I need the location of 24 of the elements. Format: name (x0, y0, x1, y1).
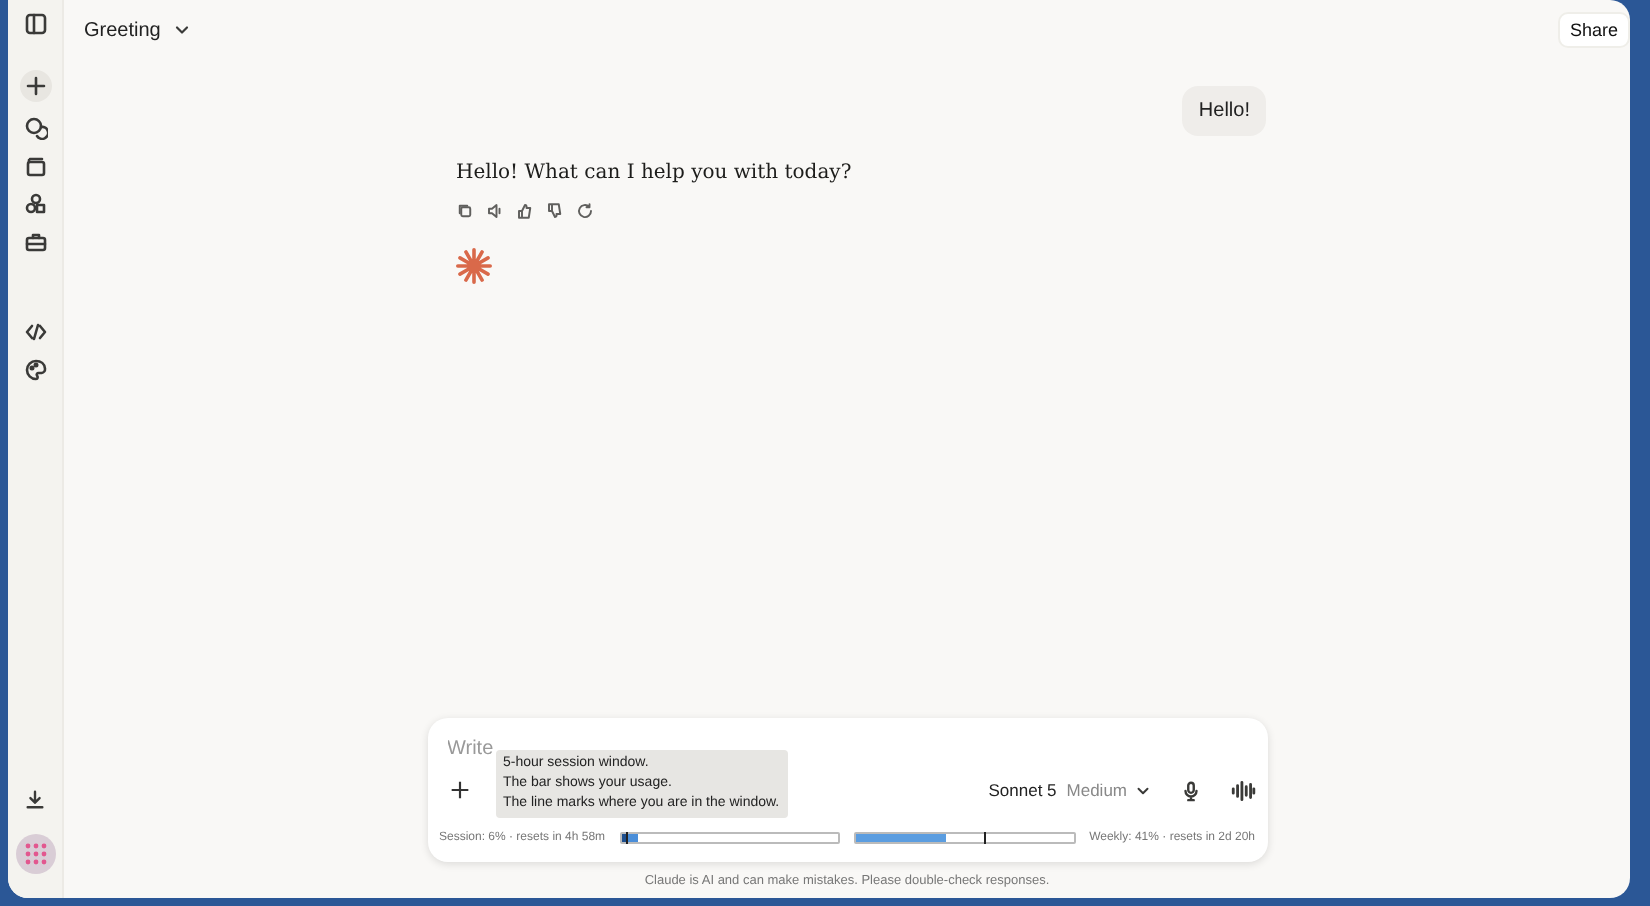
thumbs-down-icon[interactable] (546, 202, 564, 220)
plus-icon[interactable] (23, 74, 47, 98)
shapes-icon[interactable] (23, 192, 47, 216)
folder-stack-icon[interactable] (23, 154, 47, 178)
voice-waveform-icon[interactable] (1229, 777, 1255, 803)
code-icon[interactable] (23, 320, 47, 344)
speaker-icon[interactable] (486, 202, 504, 220)
user-message: Hello! (1182, 86, 1266, 136)
sidebar-toggle-icon[interactable] (23, 12, 47, 36)
copy-icon[interactable] (456, 202, 474, 220)
thumbs-up-icon[interactable] (516, 202, 534, 220)
model-selector[interactable]: Sonnet 5 Medium (988, 780, 1151, 800)
chat-bubbles-icon[interactable] (23, 116, 47, 140)
microphone-icon[interactable] (1179, 779, 1201, 801)
assistant-message: Hello! What can I help you with today? (456, 162, 854, 184)
sparkle-logo-icon (456, 248, 492, 284)
download-icon[interactable] (24, 788, 46, 810)
share-button[interactable]: Share (1557, 12, 1630, 48)
palette-icon[interactable] (23, 358, 47, 382)
avatar-icon[interactable] (15, 834, 55, 874)
chat-title[interactable]: Greeting (84, 19, 193, 41)
briefcase-icon[interactable] (23, 230, 47, 254)
plus-icon (449, 780, 469, 800)
retry-icon[interactable] (576, 202, 594, 220)
